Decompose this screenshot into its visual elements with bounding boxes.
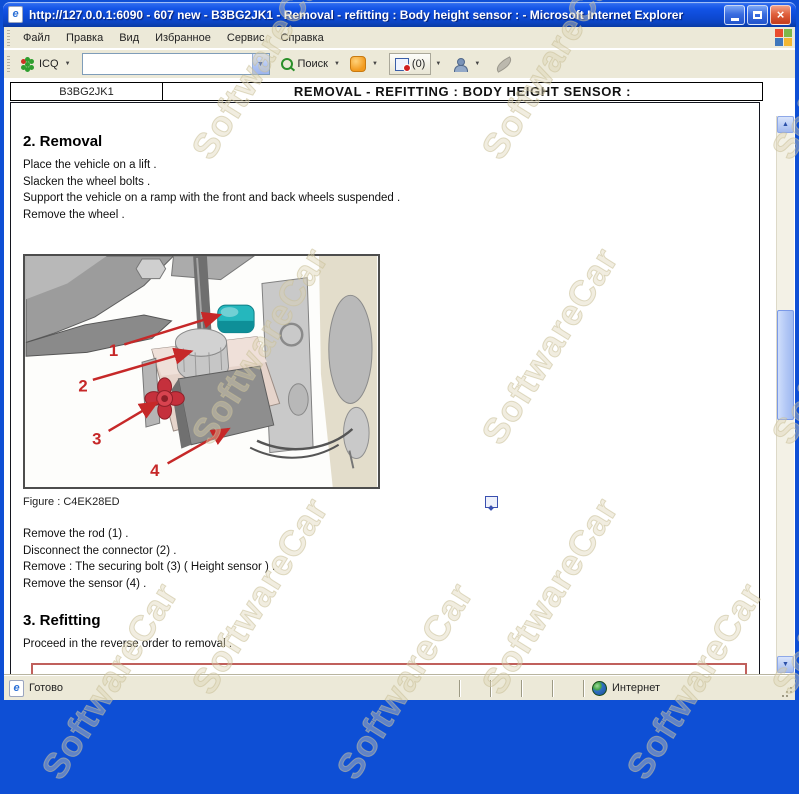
removal-step: Slacken the wheel bolts . (23, 174, 747, 191)
removal-step: Remove the rod (1) . (23, 526, 747, 543)
chevron-down-icon: ▼ (474, 61, 480, 67)
icq-button[interactable]: ICQ ▼ (15, 56, 76, 72)
icq-label: ICQ (39, 58, 59, 70)
search-input[interactable] (83, 54, 252, 74)
menu-favorites[interactable]: Избранное (147, 30, 219, 46)
scrollbar-thumb[interactable] (777, 310, 794, 420)
content-frame: 2. Removal Place the vehicle on a lift .… (10, 102, 760, 675)
after-figure-steps: Remove the rod (1) . Disconnect the conn… (23, 526, 747, 592)
resize-grip[interactable] (779, 676, 795, 700)
search-combobox[interactable]: ▼ (82, 53, 270, 75)
status-pane (521, 680, 552, 697)
status-pane (490, 680, 521, 697)
chevron-down-icon: ▼ (65, 61, 71, 67)
menu-edit[interactable]: Правка (58, 30, 111, 46)
callout-2: 2 (78, 377, 87, 396)
removal-step: Support the vehicle on a ramp with the f… (23, 190, 747, 207)
window-ie-icon (8, 6, 23, 23)
menu-bar: Файл Правка Вид Избранное Сервис Справка (4, 27, 795, 49)
figure-image: 1 2 3 4 (23, 254, 380, 489)
zone-text: Интернет (612, 682, 660, 694)
refitting-heading: 3. Refitting (23, 612, 747, 629)
removal-step: Place the vehicle on a lift . (23, 157, 747, 174)
browser-window: http://127.0.0.1:6090 - 607 new - B3BG2J… (0, 0, 799, 704)
counter-label: (0) (412, 58, 425, 70)
scroll-up-button[interactable]: ▲ (777, 116, 794, 133)
maximize-button[interactable] (747, 5, 768, 25)
security-zone-pane: Интернет (583, 680, 779, 697)
menu-file[interactable]: Файл (15, 30, 58, 46)
toolbar-grip-icon[interactable] (7, 30, 10, 46)
quill-icon[interactable] (494, 56, 514, 72)
refitting-step: Proceed in the reverse order to removal … (23, 636, 747, 653)
search-icon (281, 58, 293, 70)
menu-tools[interactable]: Сервис (219, 30, 273, 46)
figure-caption-row: Figure : C4EK28ED (23, 496, 747, 510)
removal-step: Remove : The securing bolt (3) ( Height … (23, 559, 747, 576)
contacts-button[interactable]: ▼ (447, 56, 485, 73)
search-label: Поиск (298, 58, 328, 70)
windows-logo-icon (775, 29, 792, 46)
status-pane (459, 680, 490, 697)
person-icon (454, 58, 466, 71)
removal-step: Remove the sensor (4) . (23, 576, 747, 593)
minimize-button[interactable] (724, 5, 745, 25)
page-title: REMOVAL - REFITTING : BODY HEIGHT SENSOR… (162, 82, 763, 101)
globe-icon (592, 681, 607, 696)
removal-step: Disconnect the connector (2) . (23, 543, 747, 560)
close-icon: × (777, 8, 785, 21)
mail-icon (395, 58, 409, 71)
toolbar-grip-icon[interactable] (7, 56, 10, 72)
maximize-icon (753, 11, 762, 19)
icq-flower-icon (22, 59, 33, 70)
callout-3: 3 (92, 430, 101, 449)
menu-help[interactable]: Справка (273, 30, 332, 46)
xtraz-icon (350, 56, 366, 72)
window-controls: × (724, 5, 791, 25)
scroll-down-button[interactable]: ▼ (777, 656, 794, 673)
page-content: B3BG2JK1 REMOVAL - REFITTING : BODY HEIG… (4, 78, 795, 676)
close-button[interactable]: × (770, 5, 791, 25)
title-bar: http://127.0.0.1:6090 - 607 new - B3BG2J… (3, 2, 796, 27)
xtraz-button[interactable]: ▼ (345, 54, 383, 74)
document-code-cell: B3BG2JK1 (10, 82, 163, 101)
window-title: http://127.0.0.1:6090 - 607 new - B3BG2J… (29, 8, 724, 22)
combo-dropdown-icon[interactable]: ▼ (252, 54, 269, 74)
figure-popup-icon[interactable] (485, 496, 498, 508)
minimize-icon (731, 18, 739, 21)
chevron-down-icon: ▼ (334, 61, 340, 67)
message-counter[interactable]: (0) (389, 53, 431, 75)
removal-step: Remove the wheel . (23, 207, 747, 224)
page-status-icon (9, 680, 24, 697)
search-button[interactable]: Поиск ▼ (276, 56, 345, 72)
status-text: Готово (29, 682, 63, 694)
menu-view[interactable]: Вид (111, 30, 147, 46)
warning-box (31, 663, 747, 676)
status-bar: Готово Интернет (4, 675, 795, 700)
figure-caption: Figure : C4EK28ED (23, 496, 120, 508)
status-pane (552, 680, 583, 697)
rod-end-teal (218, 305, 254, 333)
vertical-scrollbar[interactable]: ▲ ▼ (776, 116, 794, 673)
removal-heading: 2. Removal (23, 133, 747, 150)
icq-toolbar: ICQ ▼ ▼ Поиск ▼ ▼ (0) ▼ ▼ (4, 48, 795, 80)
callout-1: 1 (109, 341, 118, 360)
callout-4: 4 (150, 461, 160, 480)
chevron-down-icon: ▼ (372, 61, 378, 67)
chevron-down-icon[interactable]: ▼ (435, 61, 441, 67)
